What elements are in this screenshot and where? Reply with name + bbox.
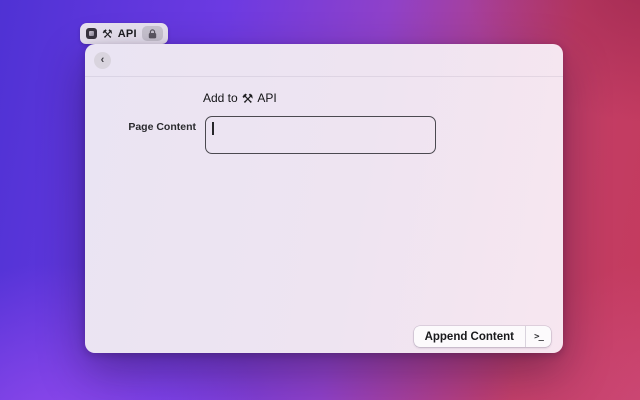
dialog-window: ‹ Add to ⚒ API Page Content Append Conte…: [85, 44, 563, 353]
shortcut-tab-label: API: [117, 27, 137, 40]
append-content-label: Append Content: [424, 330, 514, 343]
hammer-wrench-icon: ⚒: [102, 26, 113, 41]
dialog-title-prefix: Add to: [203, 91, 238, 105]
dialog-title: Add to ⚒ API: [203, 91, 277, 105]
app-icon: [86, 28, 97, 39]
lock-icon: [148, 28, 156, 38]
text-cursor: [212, 122, 214, 135]
page-content-label: Page Content: [128, 121, 196, 133]
back-chevron-icon: ‹: [100, 53, 105, 66]
hammer-wrench-icon: ⚒: [241, 90, 254, 106]
window-header: ‹: [85, 44, 563, 77]
lock-button[interactable]: [141, 26, 163, 41]
return-key-icon: >_: [534, 331, 544, 342]
append-content-button[interactable]: Append Content >_: [413, 326, 551, 347]
dialog-title-suffix: API: [257, 91, 277, 105]
page-content-input[interactable]: [205, 116, 436, 154]
desktop-background: ⚒ API ‹ Add to ⚒ API Page Content Append: [0, 0, 640, 400]
shortcut-tab[interactable]: ⚒ API: [80, 23, 168, 44]
back-button[interactable]: ‹: [94, 52, 111, 69]
